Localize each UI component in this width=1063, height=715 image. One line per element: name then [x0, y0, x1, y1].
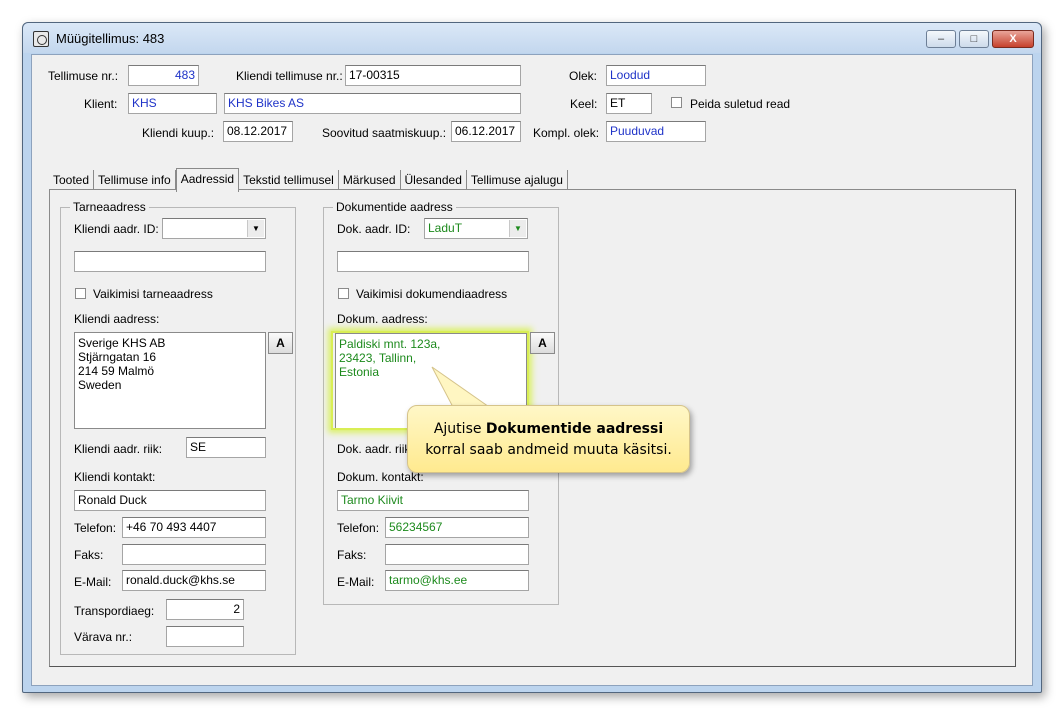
minimize-button[interactable]: –: [926, 30, 956, 48]
delivery-contact-field[interactable]: Ronald Duck: [74, 490, 266, 511]
address-line: Sverige KHS AB: [78, 336, 166, 350]
language-label: Keel:: [570, 97, 598, 111]
callout-prefix: Ajutise: [433, 421, 486, 437]
doc-fax-label: Faks:: [337, 548, 367, 562]
hide-closed-label: Peida suletud read: [690, 97, 791, 111]
delivery-group-title: Tarneaadress: [70, 200, 149, 214]
client-date-field[interactable]: 08.12.2017: [223, 121, 293, 142]
desired-delivery-field[interactable]: 06.12.2017: [451, 121, 521, 142]
doc-contact-field[interactable]: Tarmo Kiivit: [337, 490, 529, 511]
window-title: Müügitellimus: 483: [56, 31, 165, 46]
callout-line2: korral saab andmeid muuta käsitsi.: [425, 442, 672, 458]
doc-country-label: Dok. aadr. riik: [337, 442, 411, 456]
transit-time-field[interactable]: 2: [166, 599, 244, 620]
order-no-label: Tellimuse nr.:: [48, 69, 119, 83]
doc-email-label: E-Mail:: [337, 575, 375, 589]
doc-extra-field[interactable]: [337, 251, 529, 272]
default-delivery-label: Vaikimisi tarneaadress: [93, 287, 213, 301]
language-field[interactable]: ET: [606, 93, 652, 114]
delivery-phone-field[interactable]: +46 70 493 4407: [122, 517, 266, 538]
callout-bold-text: Dokumentide aadressi: [485, 421, 664, 437]
doc-phone-label: Telefon:: [337, 521, 380, 535]
callout-tooltip: Ajutise Dokumentide aadressi korral saab…: [407, 405, 690, 473]
status-label: Olek:: [569, 69, 598, 83]
delivery-fax-field[interactable]: [122, 544, 266, 565]
order-no-field[interactable]: 483: [128, 65, 199, 86]
gate-no-label: Värava nr.:: [74, 630, 133, 644]
address-line: Sweden: [78, 378, 122, 392]
delivery-addr-id-label: Kliendi aadr. ID:: [74, 222, 159, 236]
default-document-checkbox[interactable]: [338, 288, 349, 299]
maximize-button[interactable]: □: [959, 30, 989, 48]
delivery-email-label: E-Mail:: [74, 575, 112, 589]
client-order-no-label: Kliendi tellimuse nr.:: [236, 69, 343, 83]
delivery-addr-id-combo[interactable]: ▼: [162, 218, 266, 239]
gate-no-field[interactable]: [166, 626, 244, 647]
delivery-country-label: Kliendi aadr. riik:: [74, 442, 163, 456]
delivery-contact-label: Kliendi kontakt:: [74, 470, 156, 484]
delivery-country-field[interactable]: SE: [186, 437, 266, 458]
delivery-address-memo[interactable]: Sverige KHS AB Stjärngatan 16 214 59 Mal…: [74, 332, 266, 429]
hide-closed-checkbox[interactable]: [671, 97, 682, 108]
doc-contact-label: Dokum. kontakt:: [337, 470, 424, 484]
doc-addr-id-value: LaduT: [428, 221, 463, 235]
doc-address-a-button[interactable]: A: [530, 332, 555, 354]
client-name-field[interactable]: KHS Bikes AS: [224, 93, 521, 114]
doc-phone-field[interactable]: 56234567: [385, 517, 529, 538]
address-line: 214 59 Malmö: [78, 364, 155, 378]
tab-aadressid[interactable]: Aadressid: [175, 168, 240, 192]
delivery-email-field[interactable]: ronald.duck@khs.se: [122, 570, 266, 591]
address-line: Paldiski mnt. 123a,: [339, 337, 441, 351]
transit-time-label: Transpordiaeg:: [74, 604, 155, 618]
chevron-down-icon[interactable]: ▼: [509, 220, 526, 237]
app-icon: [33, 31, 49, 47]
client-date-label: Kliendi kuup.:: [142, 126, 215, 140]
title-bar[interactable]: Müügitellimus: 483 – □ X: [23, 23, 1041, 53]
doc-address-label: Dokum. aadress:: [337, 312, 428, 326]
delivery-phone-label: Telefon:: [74, 521, 117, 535]
documents-group-title: Dokumentide aadress: [333, 200, 456, 214]
delivery-fax-label: Faks:: [74, 548, 104, 562]
completion-status-field[interactable]: Puuduvad: [606, 121, 706, 142]
address-line: 23423, Tallinn,: [339, 351, 417, 365]
default-document-label: Vaikimisi dokumendiaadress: [356, 287, 508, 301]
delivery-address-a-button[interactable]: A: [268, 332, 293, 354]
client-order-no-field[interactable]: 17-00315: [345, 65, 521, 86]
status-field[interactable]: Loodud: [606, 65, 706, 86]
client-code-field[interactable]: KHS: [128, 93, 217, 114]
default-delivery-checkbox[interactable]: [75, 288, 86, 299]
doc-email-field[interactable]: tarmo@khs.ee: [385, 570, 529, 591]
delivery-extra-field[interactable]: [74, 251, 266, 272]
delivery-address-label: Kliendi aadress:: [74, 312, 160, 326]
chevron-down-icon[interactable]: ▼: [247, 220, 264, 237]
address-line: Stjärngatan 16: [78, 350, 157, 364]
completion-status-label: Kompl. olek:: [533, 126, 600, 140]
close-button[interactable]: X: [992, 30, 1034, 48]
tab-bar: Tooted Tellimuse info Aadressid Tekstid …: [49, 168, 568, 192]
client-label: Klient:: [84, 97, 118, 111]
doc-fax-field[interactable]: [385, 544, 529, 565]
desired-delivery-label: Soovitud saatmiskuup.:: [322, 126, 447, 140]
doc-addr-id-combo[interactable]: LaduT ▼: [424, 218, 528, 239]
doc-addr-id-label: Dok. aadr. ID:: [337, 222, 411, 236]
